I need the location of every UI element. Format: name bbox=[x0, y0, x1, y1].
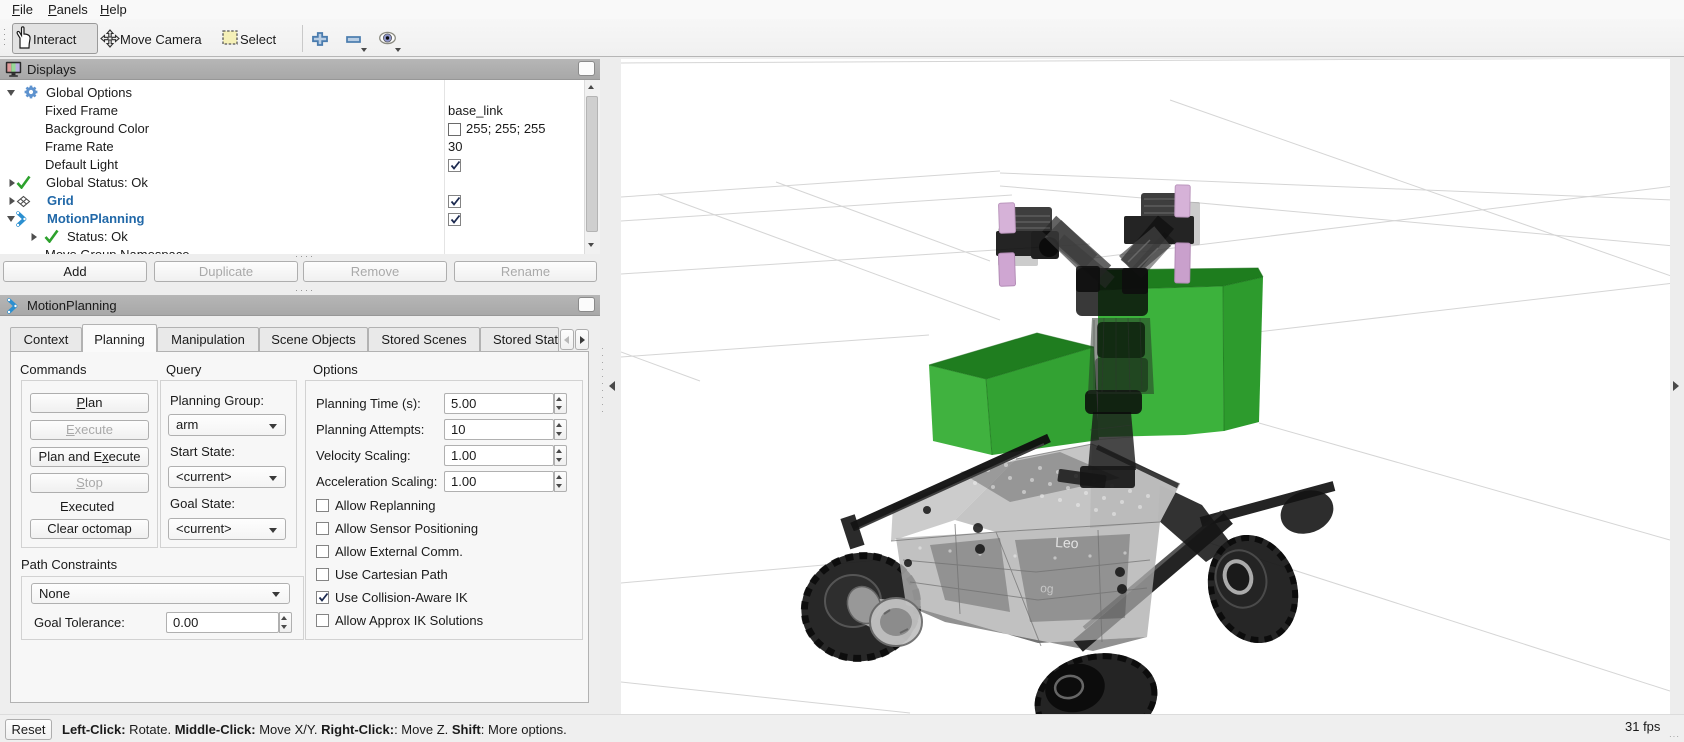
svg-text:Leo: Leo bbox=[1055, 534, 1079, 551]
svg-text:og: og bbox=[1040, 581, 1054, 596]
